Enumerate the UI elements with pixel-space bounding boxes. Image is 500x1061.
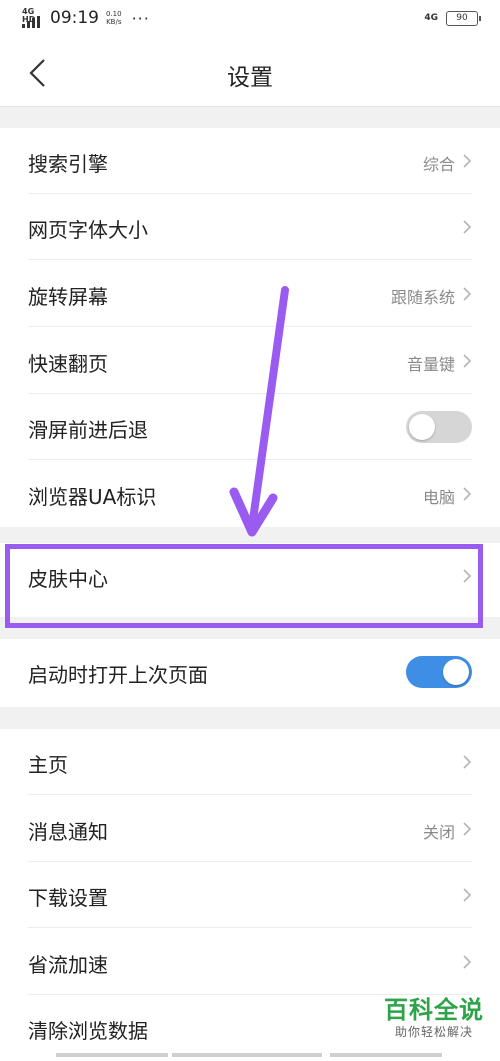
battery-icon: 90 [446,11,481,26]
row-divider [28,326,472,327]
setting-value: 综合 [422,155,455,174]
row-divider [28,927,472,928]
setting-row[interactable]: 搜索引擎 综合 [0,128,500,194]
setting-label: 清除浏览数据 [28,1019,148,1043]
chevron-right-icon [463,888,472,902]
status-time: 09:19 [50,8,99,28]
setting-row[interactable]: 主页 [0,729,500,795]
setting-value: 音量键 [406,355,455,374]
toggle-knob [409,414,435,440]
setting-label: 浏览器UA标识 [28,485,157,509]
setting-row[interactable]: 网页字体大小 [0,194,500,260]
setting-row[interactable]: 启动时打开上次页面 [0,639,500,705]
chevron-right-icon [463,755,472,769]
setting-label: 网页字体大小 [28,218,148,242]
setting-row[interactable]: 下载设置 [0,862,500,928]
watermark-title: 百科全说 [384,996,484,1024]
toggle-knob [443,659,469,685]
setting-label: 旋转屏幕 [28,285,108,309]
row-divider [28,259,472,260]
setting-label: 搜索引擎 [28,152,108,176]
section-gap [0,527,500,543]
section-gap [0,107,500,128]
chevron-right-icon [463,822,472,836]
setting-label: 主页 [28,753,68,777]
setting-label: 启动时打开上次页面 [28,663,208,687]
nav-bar: 设置 [0,40,500,107]
setting-value: 电脑 [422,488,455,507]
toggle-switch[interactable] [406,411,472,443]
highlight-box [5,544,483,628]
speed-unit: KB/s [106,18,122,26]
setting-label: 省流加速 [28,953,108,977]
chevron-right-icon [463,487,472,501]
setting-row[interactable]: 快速翻页 音量键 [0,328,500,394]
row-divider [28,459,472,460]
toggle-switch[interactable] [406,656,472,688]
chevron-right-icon [463,220,472,234]
setting-label: 快速翻页 [28,352,108,376]
setting-label: 滑屏前进后退 [28,418,148,442]
speed-value: 0.10 [106,10,122,18]
section-gap [0,707,500,729]
setting-row[interactable]: 旋转屏幕 跟随系统 [0,261,500,327]
chevron-right-icon [463,154,472,168]
setting-label: 消息通知 [28,820,108,844]
mobile-data-icon: 4G [424,13,438,23]
chevron-right-icon [463,354,472,368]
watermark-subtitle: 助你轻松解决 [394,1025,473,1039]
setting-row[interactable]: 滑屏前进后退 [0,394,500,460]
setting-label: 下载设置 [28,886,108,910]
signal-icon: 4G HD [22,8,46,28]
setting-row[interactable]: 省流加速 [0,929,500,995]
setting-row[interactable]: 消息通知 关闭 [0,796,500,862]
chevron-right-icon [463,287,472,301]
chevron-right-icon [463,955,472,969]
status-bar: 4G HD 09:19 0.10 KB/s ··· 4G 90 [0,0,500,40]
setting-value: 跟随系统 [390,288,455,307]
bottom-edge [0,1052,500,1057]
network-speed: 0.10 KB/s [106,10,122,26]
more-notifications-icon: ··· [131,8,150,28]
page-title: 设置 [227,65,273,91]
watermark-logo: 百科全说 助你轻松解决 [384,996,484,1040]
setting-value: 关闭 [422,823,455,842]
setting-row[interactable]: 浏览器UA标识 电脑 [0,461,500,527]
row-divider [28,794,472,795]
